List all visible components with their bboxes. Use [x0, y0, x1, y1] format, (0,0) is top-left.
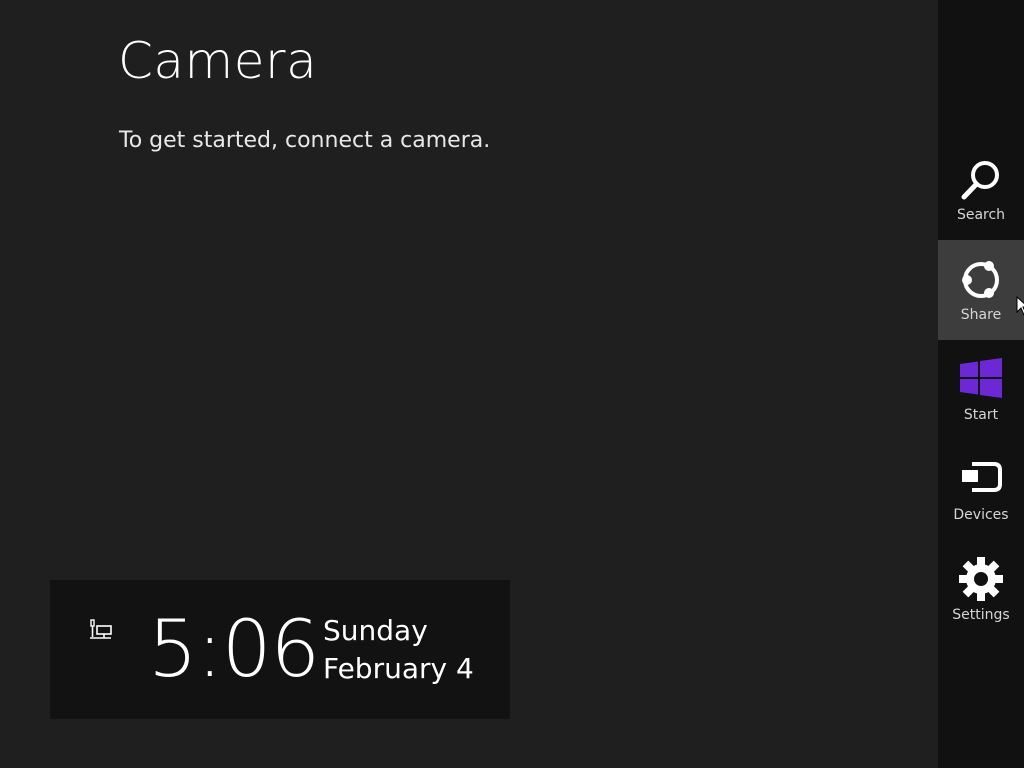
page-title: Camera: [118, 32, 318, 90]
clock-date: February 4: [323, 652, 474, 685]
clock-time: 5:06: [148, 605, 320, 695]
charm-devices-label: Devices: [953, 507, 1009, 523]
network-icon: [90, 619, 112, 639]
no-camera-message: To get started, connect a camera.: [119, 128, 491, 153]
devices-icon: [962, 462, 1002, 492]
search-icon: [961, 161, 999, 200]
charms-bar: Search Share Start Devices Settings: [938, 0, 1024, 768]
clock-panel: 5:06 Sunday February 4: [50, 580, 510, 719]
charm-start[interactable]: Start: [938, 340, 1024, 440]
charm-search[interactable]: Search: [938, 140, 1024, 240]
charm-start-label: Start: [963, 407, 999, 423]
camera-app: Camera To get started, connect a camera.…: [0, 0, 1024, 768]
charm-devices[interactable]: Devices: [938, 440, 1024, 540]
charm-share[interactable]: Share: [938, 240, 1024, 340]
share-icon: [962, 261, 999, 298]
charm-share-label: Share: [960, 307, 1002, 323]
clock-day: Sunday: [323, 614, 428, 647]
gear-icon: [959, 557, 1003, 601]
mouse-cursor-icon: [1016, 296, 1024, 316]
charm-settings-label: Settings: [952, 607, 1010, 623]
charm-search-label: Search: [956, 207, 1006, 223]
windows-logo-icon: [960, 358, 1002, 398]
charm-settings[interactable]: Settings: [938, 540, 1024, 640]
